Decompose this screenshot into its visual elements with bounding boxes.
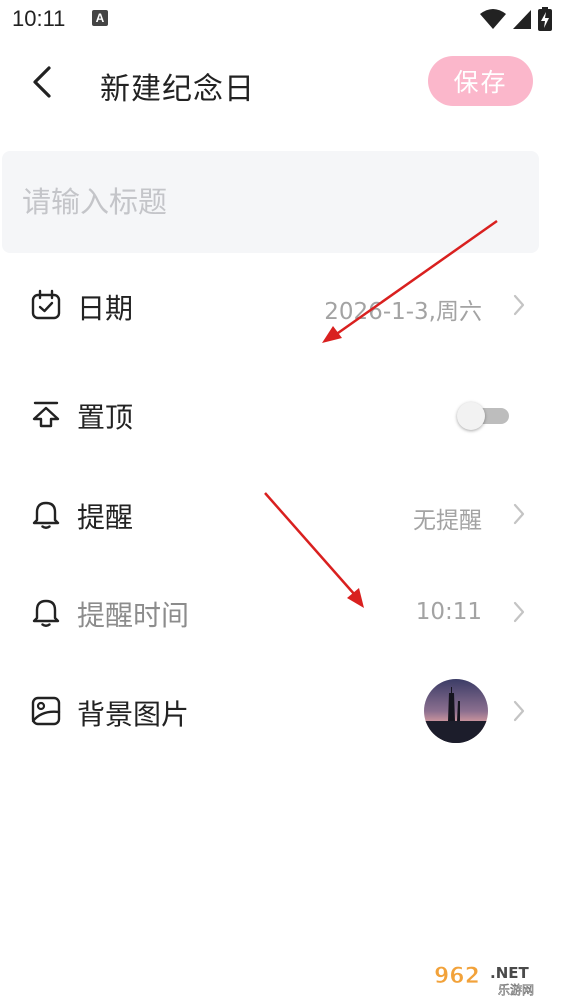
row-date-value: 2026-1-3,周六	[324, 299, 482, 325]
row-reminder-time[interactable]: 提醒时间 10:11	[0, 572, 564, 652]
screen: 10:11 A 新建纪念日 保存 请输入标题 日期 2026-1-3,周六 置顶…	[0, 0, 564, 1004]
pin-top-toggle[interactable]	[457, 402, 509, 430]
row-date[interactable]: 日期 2026-1-3,周六	[0, 265, 564, 345]
calendar-check-icon	[31, 289, 61, 320]
row-pin-top-label: 置顶	[77, 401, 134, 434]
row-background-label: 背景图片	[77, 698, 190, 731]
page-title: 新建纪念日	[100, 72, 255, 107]
svg-text:962: 962	[434, 964, 480, 989]
title-field[interactable]	[2, 151, 539, 253]
wifi-icon	[480, 9, 506, 29]
svg-text:乐游网: 乐游网	[498, 983, 534, 997]
background-thumbnail[interactable]	[424, 679, 488, 743]
toggle-knob	[457, 402, 485, 430]
pin-top-icon	[32, 401, 60, 428]
row-date-label: 日期	[77, 292, 134, 325]
chevron-left-icon	[33, 66, 51, 98]
bell-icon	[32, 599, 60, 627]
row-reminder-label: 提醒	[77, 501, 134, 534]
row-reminder-value: 无提醒	[413, 508, 482, 534]
svg-text:.NET: .NET	[490, 964, 529, 982]
chevron-right-icon	[513, 294, 525, 316]
save-button[interactable]: 保存	[428, 56, 533, 106]
image-icon	[31, 696, 61, 726]
chevron-right-icon	[513, 601, 525, 623]
header: 新建纪念日 保存	[0, 48, 564, 116]
status-time: 10:11	[12, 6, 66, 31]
notification-icon: A	[92, 10, 108, 26]
chevron-right-icon	[513, 503, 525, 525]
watermark-logo: 962 .NET 乐游网	[424, 956, 558, 1000]
row-reminder[interactable]: 提醒 无提醒	[0, 474, 564, 554]
row-reminder-time-label: 提醒时间	[77, 599, 190, 632]
status-icons	[480, 7, 552, 31]
chevron-right-icon	[513, 700, 525, 722]
signal-icon	[513, 10, 531, 29]
row-pin-top: 置顶	[0, 374, 564, 454]
row-background[interactable]: 背景图片	[0, 671, 564, 751]
bell-icon	[32, 501, 60, 529]
status-bar: 10:11 A	[0, 0, 564, 40]
title-input[interactable]	[22, 179, 502, 225]
back-button[interactable]	[22, 60, 62, 104]
row-reminder-time-value: 10:11	[415, 599, 482, 625]
battery-charging-icon	[538, 7, 552, 31]
